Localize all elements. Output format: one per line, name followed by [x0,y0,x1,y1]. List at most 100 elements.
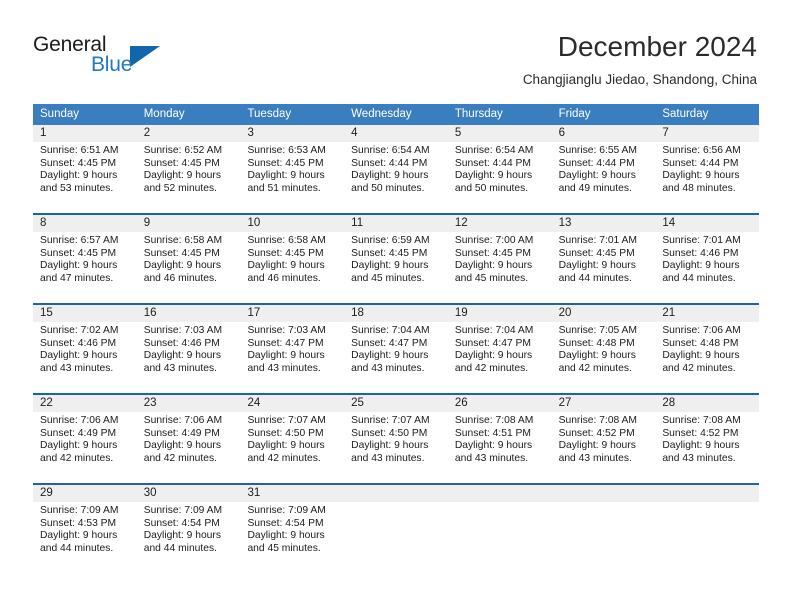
day-number: 15 [33,305,137,322]
calendar-day-cell[interactable]: 4 Sunrise: 6:54 AM Sunset: 4:44 PM Daylight… [344,125,448,213]
daylight-text-line2: and 50 minutes. [454,182,529,194]
calendar-day-cell[interactable]: 7 Sunrise: 6:56 AM Sunset: 4:44 PM Daylight… [655,125,760,213]
day-details: Sunrise: 7:04 AM Sunset: 4:47 PM Daylight:… [448,322,552,375]
calendar-day-cell[interactable]: 27 Sunrise: 7:08 AM Sunset: 4:52 PM Dayligh… [551,395,656,483]
calendar-day-cell[interactable]: 5 Sunrise: 6:54 AM Sunset: 4:44 PM Daylight… [447,125,552,213]
sunset-text: Sunset: 4:46 PM [143,337,220,349]
sunrise-text: Sunrise: 6:54 AM [454,145,534,156]
calendar-day-cell[interactable]: 11 Sunrise: 6:59 AM Sunset: 4:45 PM Dayligh… [344,215,448,303]
calendar-day-cell[interactable]: 28 Sunrise: 7:08 AM Sunset: 4:52 PM Dayligh… [655,395,760,483]
day-number: 5 [447,125,552,142]
daylight-text-line2: and 43 minutes. [40,362,114,374]
calendar-day-cell[interactable]: 16 Sunrise: 7:03 AM Sunset: 4:46 PM Dayligh… [136,305,241,393]
daylight-text-line1: Daylight: 9 hours [662,350,740,362]
daylight-text-line1: Daylight: 9 hours [40,170,118,182]
sunrise-text: Sunrise: 7:04 AM [351,325,430,336]
daylight-text-line2: and 43 minutes. [454,452,529,464]
location-subtitle: Changjianglu Jiedao, Shandong, China [522,72,757,87]
calendar-day-cell[interactable]: 24 Sunrise: 7:07 AM Sunset: 4:50 PM Dayligh… [240,395,345,483]
calendar-day-cell[interactable]: 10 Sunrise: 6:58 AM Sunset: 4:45 PM Dayligh… [240,215,345,303]
calendar-day-cell[interactable]: 23 Sunrise: 7:06 AM Sunset: 4:49 PM Dayligh… [136,395,241,483]
daylight-text-line1: Daylight: 9 hours [454,260,533,272]
weekday-sunday: Sunday [40,108,80,120]
daylight-text-line2: and 53 minutes. [40,182,114,194]
daylight-text-line2: and 46 minutes. [143,272,217,284]
sunrise-text: Sunrise: 7:07 AM [247,415,326,426]
sunset-text: Sunset: 4:45 PM [40,157,117,169]
calendar-day-cell[interactable]: 6 Sunrise: 6:55 AM Sunset: 4:44 PM Daylight… [551,125,656,213]
triangle-logo-icon [130,46,160,67]
day-number: 22 [33,395,137,412]
sunset-text: Sunset: 4:45 PM [247,247,324,259]
daylight-text-line1: Daylight: 9 hours [40,350,118,362]
sunset-text: Sunset: 4:48 PM [662,337,739,349]
brand-logo[interactable]: General Blue [33,33,263,85]
sunrise-text: Sunrise: 6:59 AM [351,235,430,246]
day-number: 12 [447,215,552,232]
calendar-day-cell-empty [447,485,552,573]
calendar-day-cell[interactable]: 13 Sunrise: 7:01 AM Sunset: 4:45 PM Dayligh… [551,215,656,303]
day-number: 8 [33,215,137,232]
sunset-text: Sunset: 4:44 PM [558,157,635,169]
calendar-day-cell[interactable]: 30 Sunrise: 7:09 AM Sunset: 4:54 PM Dayligh… [136,485,241,573]
day-number: 13 [551,215,656,232]
calendar-day-cell[interactable]: 20 Sunrise: 7:05 AM Sunset: 4:48 PM Dayligh… [551,305,656,393]
sunrise-text: Sunrise: 7:08 AM [558,415,638,426]
day-details: Sunrise: 6:59 AM Sunset: 4:45 PM Daylight:… [344,232,448,285]
sunrise-text: Sunrise: 6:52 AM [143,145,223,156]
sunset-text: Sunset: 4:46 PM [40,337,117,349]
day-number: 24 [240,395,345,412]
calendar-day-cell[interactable]: 14 Sunrise: 7:01 AM Sunset: 4:46 PM Dayligh… [655,215,760,303]
day-details: Sunrise: 6:57 AM Sunset: 4:45 PM Daylight:… [33,232,137,285]
sunrise-text: Sunrise: 7:05 AM [558,325,638,336]
daylight-text-line1: Daylight: 9 hours [454,170,533,182]
sunset-text: Sunset: 4:44 PM [662,157,739,169]
daylight-text-line2: and 43 minutes. [143,362,217,374]
sunrise-text: Sunrise: 7:06 AM [143,415,223,426]
daylight-text-line1: Daylight: 9 hours [558,440,636,452]
calendar-day-cell[interactable]: 31 Sunrise: 7:09 AM Sunset: 4:54 PM Dayligh… [240,485,345,573]
calendar-day-cell[interactable]: 19 Sunrise: 7:04 AM Sunset: 4:47 PM Dayligh… [447,305,552,393]
day-details: Sunrise: 7:08 AM Sunset: 4:52 PM Daylight:… [552,412,656,465]
calendar-day-cell[interactable]: 26 Sunrise: 7:08 AM Sunset: 4:51 PM Dayligh… [447,395,552,483]
sunset-text: Sunset: 4:45 PM [247,157,324,169]
day-details: Sunrise: 6:54 AM Sunset: 4:44 PM Daylight:… [344,142,448,195]
daylight-text-line2: and 42 minutes. [247,452,321,464]
calendar-day-cell[interactable]: 3 Sunrise: 6:53 AM Sunset: 4:45 PM Daylight… [240,125,345,213]
sunset-text: Sunset: 4:45 PM [351,247,428,259]
day-number: 23 [136,395,241,412]
sunrise-text: Sunrise: 7:09 AM [40,505,119,516]
day-details: Sunrise: 7:09 AM Sunset: 4:54 PM Daylight:… [137,502,241,555]
calendar-day-cell[interactable]: 8 Sunrise: 6:57 AM Sunset: 4:45 PM Daylight… [33,215,137,303]
daylight-text-line2: and 44 minutes. [662,272,736,284]
calendar-day-cell[interactable]: 18 Sunrise: 7:04 AM Sunset: 4:47 PM Dayligh… [344,305,448,393]
day-details: Sunrise: 7:08 AM Sunset: 4:52 PM Daylight:… [655,412,759,465]
sunrise-text: Sunrise: 7:06 AM [662,325,741,336]
calendar-day-cell[interactable]: 22 Sunrise: 7:06 AM Sunset: 4:49 PM Dayligh… [33,395,137,483]
day-details: Sunrise: 7:06 AM Sunset: 4:49 PM Daylight:… [137,412,241,465]
day-number: 18 [344,305,448,322]
calendar-day-cell[interactable]: 9 Sunrise: 6:58 AM Sunset: 4:45 PM Daylight… [136,215,241,303]
calendar-day-cell[interactable]: 17 Sunrise: 7:03 AM Sunset: 4:47 PM Dayligh… [240,305,345,393]
page-header: General Blue December 2024 Changjianglu … [0,0,792,100]
sunset-text: Sunset: 4:46 PM [662,247,739,259]
day-details: Sunrise: 7:04 AM Sunset: 4:47 PM Daylight:… [344,322,448,375]
calendar-day-cell[interactable]: 29 Sunrise: 7:09 AM Sunset: 4:53 PM Dayligh… [33,485,137,573]
calendar-day-cell[interactable]: 1 Sunrise: 6:51 AM Sunset: 4:45 PM Daylight… [33,125,137,213]
calendar-day-cell-empty [551,485,656,573]
calendar-day-cell[interactable]: 21 Sunrise: 7:06 AM Sunset: 4:48 PM Dayligh… [655,305,760,393]
calendar-day-cell[interactable]: 15 Sunrise: 7:02 AM Sunset: 4:46 PM Dayligh… [33,305,137,393]
calendar-weeks: 1 Sunrise: 6:51 AM Sunset: 4:45 PM Daylight… [33,125,760,573]
daylight-text-line1: Daylight: 9 hours [558,260,636,272]
daylight-text-line2: and 44 minutes. [558,272,632,284]
calendar-day-cell[interactable]: 25 Sunrise: 7:07 AM Sunset: 4:50 PM Dayligh… [344,395,448,483]
day-number: 27 [551,395,656,412]
day-number: 19 [447,305,552,322]
sunset-text: Sunset: 4:45 PM [454,247,532,259]
calendar-day-cell[interactable]: 12 Sunrise: 7:00 AM Sunset: 4:45 PM Dayligh… [447,215,552,303]
calendar-day-cell[interactable]: 2 Sunrise: 6:52 AM Sunset: 4:45 PM Daylight… [136,125,241,213]
calendar-week-row: 29 Sunrise: 7:09 AM Sunset: 4:53 PM Dayligh… [33,483,760,573]
daylight-text-line2: and 49 minutes. [558,182,632,194]
sunset-text: Sunset: 4:47 PM [351,337,428,349]
day-details: Sunrise: 7:06 AM Sunset: 4:48 PM Daylight:… [655,322,759,375]
